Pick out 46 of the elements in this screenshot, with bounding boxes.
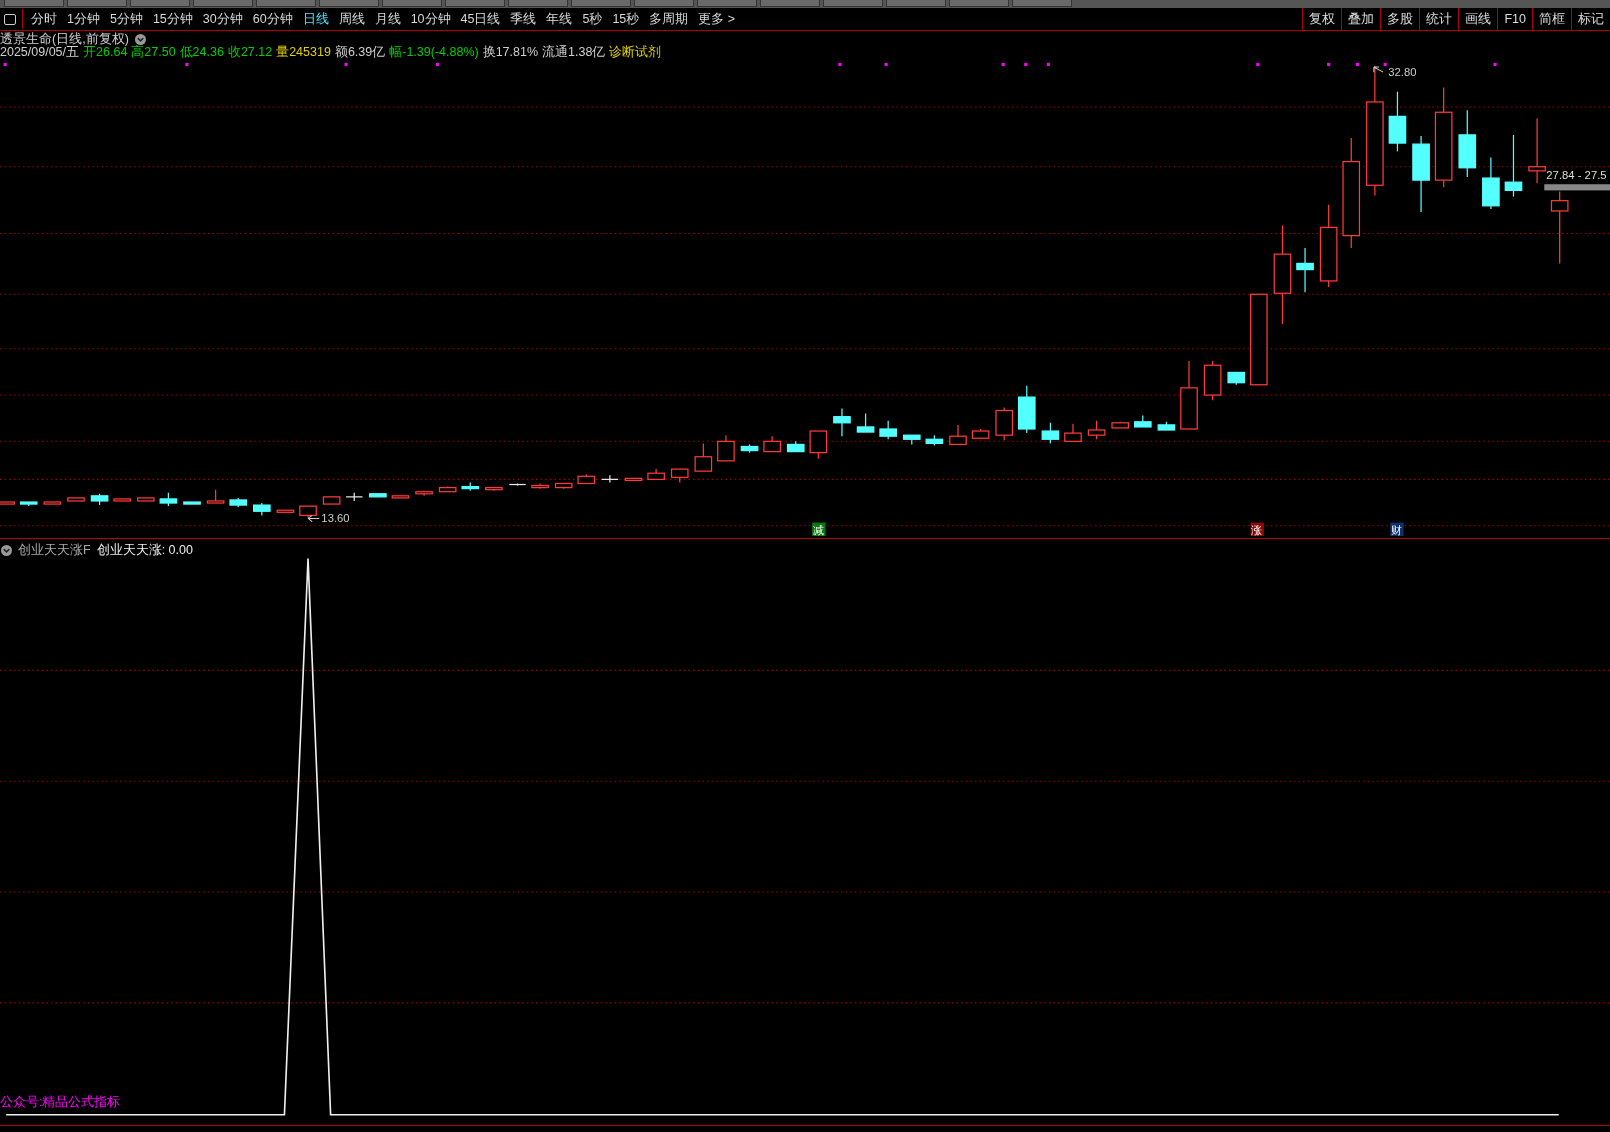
indicator-reading: 创业天天涨: 0.00 bbox=[96, 542, 193, 559]
toolbar-button[interactable]: 复权 bbox=[1302, 8, 1342, 30]
quote-value: 幅-1.39(-4.88%) bbox=[389, 46, 479, 59]
toolbar-button[interactable]: 统计 bbox=[1419, 8, 1459, 30]
indicator-name: 创业天天涨F bbox=[18, 542, 91, 559]
low-price-label: 13.60 bbox=[321, 511, 350, 524]
event-badge[interactable]: 涨 bbox=[1250, 522, 1264, 536]
period-tab[interactable]: 分时 bbox=[27, 10, 61, 28]
period-tab[interactable]: 年线 bbox=[542, 10, 577, 28]
toolbar-button[interactable]: 叠加 bbox=[1341, 8, 1381, 30]
quote-value: 诊断试剂 bbox=[609, 46, 662, 59]
event-badge[interactable]: 财 bbox=[1390, 522, 1404, 536]
footer-note: 公众号:精品公式指标 bbox=[0, 1094, 121, 1111]
period-tab[interactable]: 30分钟 bbox=[198, 10, 247, 28]
period-tab[interactable]: 15分钟 bbox=[148, 10, 197, 28]
period-tab[interactable]: 15秒 bbox=[608, 10, 644, 28]
quote-value: 高27.50 bbox=[131, 46, 176, 59]
period-tab[interactable]: 日线 bbox=[298, 10, 333, 28]
toolbar-button[interactable]: 标记 bbox=[1571, 8, 1610, 30]
toolbar-button[interactable]: 简框 bbox=[1532, 8, 1571, 30]
quote-value: 量245319 bbox=[276, 46, 331, 59]
period-tab[interactable]: 季线 bbox=[506, 10, 541, 28]
date-label: 2025/09/05/五 bbox=[0, 46, 80, 59]
period-tab[interactable]: 月线 bbox=[370, 10, 405, 28]
period-tab[interactable]: 多周期 bbox=[645, 10, 693, 28]
quote-value: 换17.81% bbox=[482, 46, 539, 59]
period-tab[interactable]: 5分钟 bbox=[105, 10, 147, 28]
toolbar-button[interactable]: 多股 bbox=[1380, 8, 1420, 30]
quote-value: 额6.39亿 bbox=[334, 46, 386, 59]
high-price-label: 32.80 bbox=[1388, 66, 1417, 79]
quote-value: 开26.64 bbox=[83, 46, 128, 59]
stock-title: 透景生命(日线,前复权) bbox=[0, 33, 129, 46]
period-tab[interactable]: 45日线 bbox=[456, 10, 505, 28]
period-tab[interactable]: 周线 bbox=[334, 10, 369, 28]
toolbar-button[interactable]: F10 bbox=[1497, 8, 1532, 30]
quote-value: 低24.36 bbox=[179, 46, 224, 59]
period-tab[interactable]: 1分钟 bbox=[63, 10, 104, 28]
period-tab[interactable]: 60分钟 bbox=[248, 10, 297, 28]
quote-value: 流通1.38亿 bbox=[542, 46, 606, 59]
price-tag: 27.84 - 27.5 bbox=[1546, 169, 1607, 182]
event-badge[interactable]: 减 bbox=[812, 522, 826, 536]
period-tab[interactable]: 更多 > bbox=[694, 10, 740, 28]
period-tab[interactable]: 10分钟 bbox=[406, 10, 455, 28]
toolbar-button[interactable]: 画线 bbox=[1458, 8, 1498, 30]
quote-value: 收27.12 bbox=[227, 46, 273, 59]
period-tab[interactable]: 5秒 bbox=[578, 10, 607, 28]
